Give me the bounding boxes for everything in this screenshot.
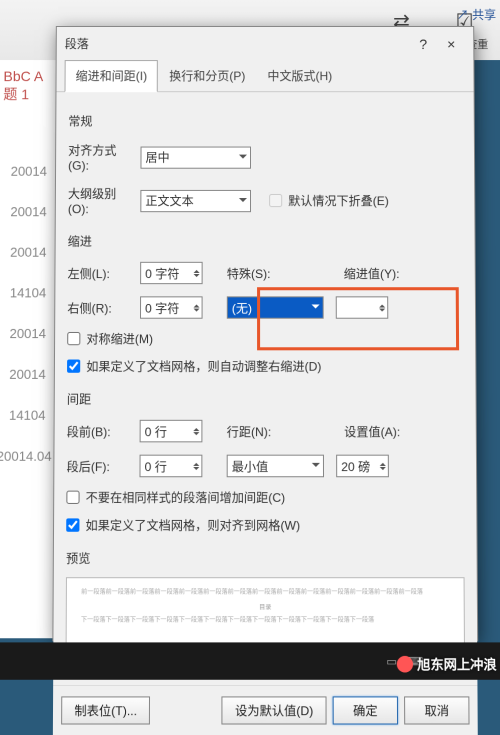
outline-level-combo[interactable]: 正文文本 bbox=[140, 189, 251, 211]
section-spacing: 间距 bbox=[67, 390, 464, 407]
special-indent-combo[interactable]: (无) bbox=[227, 296, 324, 318]
auto-adjust-indent-checkbox[interactable] bbox=[67, 360, 80, 373]
titlebar: 段落 ? × bbox=[57, 27, 474, 60]
indent-right-label: 右侧(R): bbox=[67, 299, 134, 316]
collapse-label: 默认情况下折叠(E) bbox=[288, 192, 389, 209]
indent-left-label: 左侧(L): bbox=[68, 264, 135, 281]
space-after-input[interactable]: 0 行 bbox=[139, 455, 202, 478]
tab-strip: 缩进和间距(I) 换行和分页(P) 中文版式(H) bbox=[56, 60, 473, 92]
mirror-indent-label: 对称缩进(M) bbox=[86, 330, 153, 347]
set-default-button[interactable]: 设为默认值(D) bbox=[222, 696, 327, 724]
section-indent: 缩进 bbox=[68, 232, 463, 249]
indent-left-input[interactable]: 0 字符 bbox=[140, 262, 203, 284]
dialog-title: 段落 bbox=[65, 35, 410, 52]
auto-adjust-indent-label: 如果定义了文档网格，则自动调整右缩进(D) bbox=[86, 357, 321, 374]
space-before-label: 段前(B): bbox=[67, 422, 134, 439]
dialog-body: 常规 对齐方式(G): 居中 大纲级别(O): 正文文本 默认情况下折叠(E) … bbox=[53, 92, 477, 685]
cancel-button[interactable]: 取消 bbox=[404, 696, 469, 724]
snap-to-grid-label: 如果定义了文档网格，则对齐到网格(W) bbox=[85, 516, 300, 534]
watermark: 旭东网上冲浪 bbox=[397, 654, 497, 674]
indent-right-input[interactable]: 0 字符 bbox=[140, 296, 203, 318]
close-button[interactable]: × bbox=[437, 36, 465, 52]
alignment-combo[interactable]: 居中 bbox=[140, 146, 251, 168]
tabs-button[interactable]: 制表位(T)... bbox=[61, 696, 150, 724]
dialog-button-row: 制表位(T)... 设为默认值(D) 确定 取消 bbox=[53, 685, 478, 735]
collapse-checkbox bbox=[269, 194, 282, 207]
tab-line-page-breaks[interactable]: 换行和分页(P) bbox=[158, 60, 256, 91]
tab-indent-spacing[interactable]: 缩进和间距(I) bbox=[65, 60, 159, 92]
snap-to-grid-checkbox[interactable] bbox=[66, 518, 79, 531]
space-after-label: 段后(F): bbox=[66, 457, 133, 474]
tab-chinese-typography[interactable]: 中文版式(H) bbox=[256, 60, 343, 91]
line-spacing-label: 行距(N): bbox=[227, 422, 288, 439]
document-background: 20014 20014 20014 14104 20014 20014 1410… bbox=[0, 151, 51, 639]
align-label: 对齐方式(G): bbox=[68, 141, 134, 172]
ok-button[interactable]: 确定 bbox=[333, 696, 398, 724]
line-spacing-at-input[interactable]: 20 磅 bbox=[336, 455, 389, 478]
no-space-same-style-label: 不要在相同样式的段落间增加间距(C) bbox=[86, 489, 286, 506]
indent-by-input[interactable] bbox=[336, 296, 389, 318]
line-spacing-combo[interactable]: 最小值 bbox=[227, 455, 324, 478]
no-space-same-style-checkbox[interactable] bbox=[66, 491, 79, 504]
share-button[interactable]: ↗ 共享 bbox=[457, 6, 497, 23]
tray-icon[interactable]: ▭ bbox=[386, 654, 397, 667]
section-preview: 预览 bbox=[66, 549, 464, 567]
indent-by-label: 缩进值(Y): bbox=[344, 264, 405, 281]
special-label: 特殊(S): bbox=[227, 264, 287, 281]
paragraph-dialog: 段落 ? × 缩进和间距(I) 换行和分页(P) 中文版式(H) 常规 对齐方式… bbox=[52, 26, 478, 641]
at-label: 设置值(A): bbox=[344, 422, 405, 439]
section-general: 常规 bbox=[68, 112, 461, 129]
space-before-input[interactable]: 0 行 bbox=[140, 420, 203, 443]
help-button[interactable]: ? bbox=[409, 36, 437, 52]
mirror-indent-checkbox[interactable] bbox=[67, 332, 80, 345]
outline-label: 大纲级别(O): bbox=[68, 185, 135, 216]
